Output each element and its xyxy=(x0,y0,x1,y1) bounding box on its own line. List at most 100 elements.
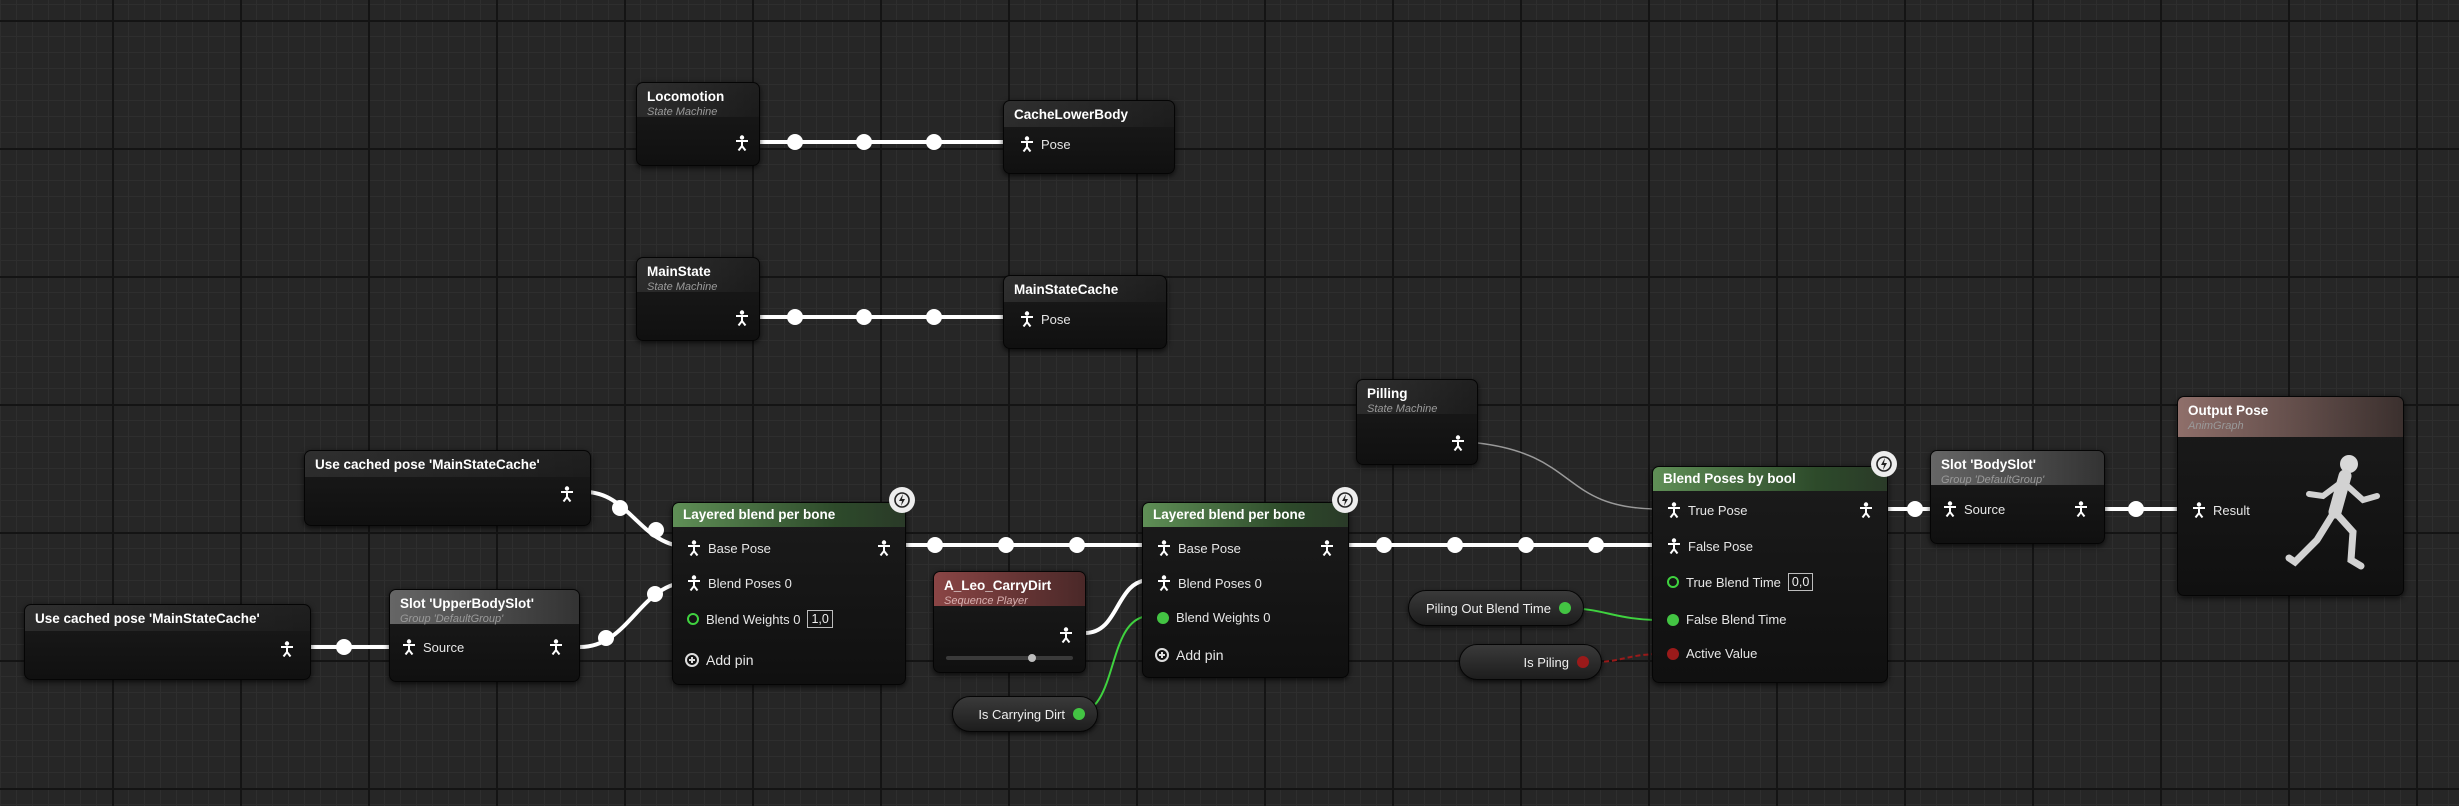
variable-label: Is Piling xyxy=(1523,654,1569,670)
pose-icon xyxy=(736,310,748,326)
false-blend-time-input-pin[interactable]: False Blend Time xyxy=(1667,612,1786,627)
pose-output-pin[interactable] xyxy=(735,310,749,326)
layered-blend-per-bone-node[interactable]: Layered blend per bone Base Pose Blend P… xyxy=(672,487,915,685)
node-title: Layered blend per bone xyxy=(683,507,836,522)
pose-icon xyxy=(1452,435,1464,451)
pose-icon xyxy=(688,575,700,591)
bool-output-pin-icon[interactable] xyxy=(1577,656,1589,668)
base-pose-input-pin[interactable]: Base Pose xyxy=(687,540,771,556)
fast-path-icon xyxy=(889,487,915,513)
main-state-cache-node[interactable]: MainStateCache Pose xyxy=(1003,275,1167,349)
pin-label: Source xyxy=(423,639,465,655)
float-pin-icon xyxy=(687,613,699,625)
sequence-player-node[interactable]: A_Leo_CarryDirt Sequence Player xyxy=(933,571,1086,673)
is-carrying-dirt-variable[interactable]: Is Carrying Dirt xyxy=(952,696,1098,732)
playback-progress-bar[interactable] xyxy=(946,654,1073,662)
node-title: Slot 'BodySlot' xyxy=(1941,457,2036,472)
add-pin-button[interactable]: Add pin xyxy=(685,652,753,668)
pose-input-pin[interactable]: Pose xyxy=(1020,311,1071,327)
node-subtitle: State Machine xyxy=(647,106,718,118)
false-pose-input-pin[interactable]: False Pose xyxy=(1667,538,1753,554)
pose-output-pin[interactable] xyxy=(560,486,574,502)
node-title: Pilling xyxy=(1367,386,1408,401)
wire-seq-to-blend2 xyxy=(1083,578,1152,635)
fast-path-icon xyxy=(1332,487,1358,513)
pose-icon xyxy=(281,641,293,657)
playback-position-knob[interactable] xyxy=(1028,654,1036,662)
is-piling-variable[interactable]: Is Piling xyxy=(1459,644,1602,680)
pin-label: Source xyxy=(1964,501,2006,517)
pose-output-pin[interactable] xyxy=(735,135,749,151)
pose-icon xyxy=(561,486,573,502)
pose-output-pin[interactable] xyxy=(1059,627,1073,643)
pin-label: Result xyxy=(2213,502,2250,518)
pose-icon xyxy=(1060,627,1072,643)
node-subtitle: Group 'DefaultGroup' xyxy=(1941,474,2045,486)
float-output-pin-icon[interactable] xyxy=(1559,602,1571,614)
mannequin-running-icon xyxy=(2285,455,2380,570)
pose-input-pin[interactable]: Pose xyxy=(1020,136,1071,152)
base-pose-input-pin[interactable]: Base Pose xyxy=(1157,540,1241,556)
add-pin-label: Add pin xyxy=(706,652,754,668)
pose-output-pin[interactable] xyxy=(1451,435,1465,451)
pose-output-pin[interactable] xyxy=(877,540,891,556)
cache-lower-body-node[interactable]: CacheLowerBody Pose xyxy=(1003,100,1175,174)
pose-icon xyxy=(550,639,562,655)
true-blend-time-value-field[interactable]: 0,0 xyxy=(1787,573,1814,591)
blend-weights-input-pin[interactable]: Blend Weights 0 xyxy=(1157,610,1270,625)
pose-output-pin[interactable] xyxy=(549,639,563,655)
node-subtitle: State Machine xyxy=(647,281,718,293)
pin-label: Blend Poses 0 xyxy=(1178,575,1262,591)
node-title: Use cached pose 'MainStateCache' xyxy=(35,611,260,626)
node-title: Slot 'UpperBodySlot' xyxy=(400,596,534,611)
use-cached-pose-node[interactable]: Use cached pose 'MainStateCache' xyxy=(24,604,311,680)
pose-icon xyxy=(1321,540,1333,556)
use-cached-pose-node[interactable]: Use cached pose 'MainStateCache' xyxy=(304,450,591,526)
blend-poses-by-bool-node[interactable]: Blend Poses by bool True Pose False Pose… xyxy=(1652,451,1897,683)
pose-output-pin[interactable] xyxy=(1320,540,1334,556)
main-state-state-machine-node[interactable]: MainState State Machine xyxy=(636,257,760,341)
slot-body-node[interactable]: Slot 'BodySlot' Group 'DefaultGroup' Sour… xyxy=(1930,450,2105,544)
pin-label: False Pose xyxy=(1688,538,1754,554)
node-title: Layered blend per bone xyxy=(1153,507,1306,522)
add-pin-label: Add pin xyxy=(1176,647,1224,663)
true-pose-input-pin[interactable]: True Pose xyxy=(1667,502,1748,518)
active-value-input-pin[interactable]: Active Value xyxy=(1667,646,1757,661)
pose-icon xyxy=(878,540,890,556)
wire-layer xyxy=(298,134,2197,715)
pose-output-pin[interactable] xyxy=(2074,501,2088,517)
pose-icon xyxy=(736,135,748,151)
source-input-pin[interactable]: Source xyxy=(402,639,464,655)
pose-icon xyxy=(688,540,700,556)
node-title: Blend Poses by bool xyxy=(1663,471,1796,486)
variable-label: Piling Out Blend Time xyxy=(1425,600,1551,616)
pin-label: Blend Poses 0 xyxy=(708,575,792,591)
blend-poses-input-pin[interactable]: Blend Poses 0 xyxy=(1157,575,1262,591)
pose-output-pin[interactable] xyxy=(280,641,294,657)
pin-label: True Blend Time xyxy=(1686,574,1781,590)
result-input-pin[interactable]: Result xyxy=(2192,502,2250,518)
node-subtitle: Group 'DefaultGroup' xyxy=(400,613,504,625)
piling-out-blend-time-variable[interactable]: Piling Out Blend Time xyxy=(1408,590,1584,626)
source-input-pin[interactable]: Source xyxy=(1943,501,2005,517)
pose-icon xyxy=(1860,502,1872,518)
pin-label: Pose xyxy=(1041,136,1071,152)
pose-icon xyxy=(1021,311,1033,327)
wire-pilling-to-bool xyxy=(1477,442,1661,510)
blend-weights-input-pin[interactable]: Blend Weights 0 1,0 xyxy=(687,610,833,628)
locomotion-state-machine-node[interactable]: Locomotion State Machine xyxy=(636,82,760,166)
blend-weights-value-field[interactable]: 1,0 xyxy=(807,610,833,628)
bool-pin-icon xyxy=(1667,647,1679,660)
pose-icon xyxy=(1668,502,1680,518)
output-pose-node[interactable]: Output Pose AnimGraph Result xyxy=(2177,396,2404,596)
node-title: MainState xyxy=(647,264,711,279)
pose-icon xyxy=(1158,575,1170,591)
pilling-state-machine-node[interactable]: Pilling State Machine xyxy=(1356,379,1478,465)
blend-poses-input-pin[interactable]: Blend Poses 0 xyxy=(687,575,792,591)
bool-output-pin-icon[interactable] xyxy=(1073,708,1085,720)
layered-blend-per-bone-node[interactable]: Layered blend per bone Base Pose Blend P… xyxy=(1142,487,1358,678)
slot-upper-body-node[interactable]: Slot 'UpperBodySlot' Group 'DefaultGroup'… xyxy=(389,589,580,682)
true-blend-time-input-pin[interactable]: True Blend Time 0,0 xyxy=(1667,573,1814,591)
pose-output-pin[interactable] xyxy=(1859,502,1873,518)
add-pin-button[interactable]: Add pin xyxy=(1155,647,1223,663)
